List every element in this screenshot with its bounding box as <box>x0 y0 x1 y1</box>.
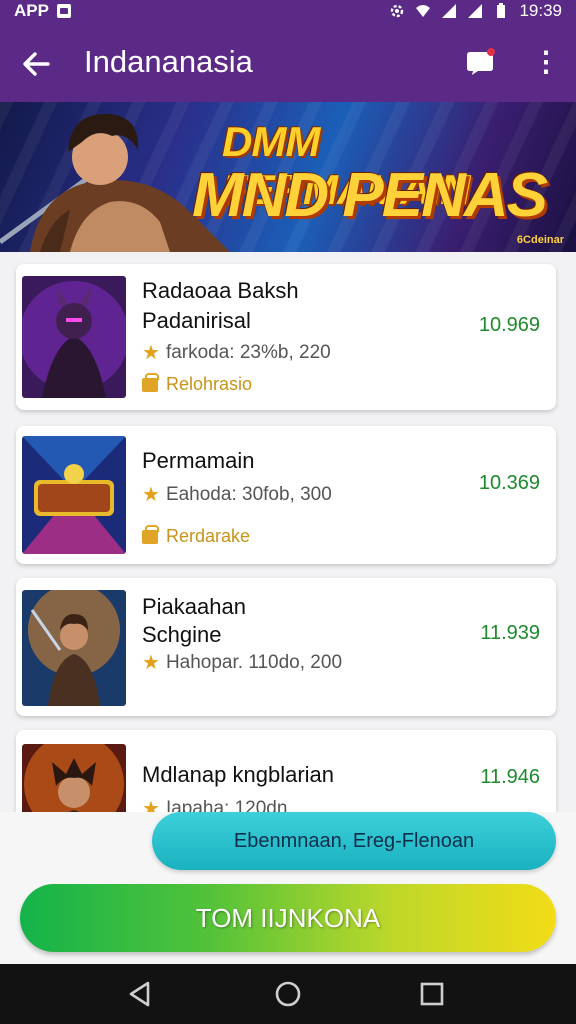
game-subtitle: Schgine <box>142 622 222 647</box>
game-price: 11.939 <box>480 622 540 644</box>
arrow-left-icon[interactable] <box>18 46 54 82</box>
game-rating: ★ Eahoda: 30fob, 300 <box>142 482 332 507</box>
signal-icon <box>468 4 483 18</box>
status-left: APP <box>14 1 71 21</box>
game-tag: Relohrasio <box>142 372 253 395</box>
game-card[interactable]: Radaoaa Baksh Padanirisal ★ farkoda: 23%… <box>16 264 556 410</box>
game-meta: Hahopar. 110do, 200 <box>165 651 343 673</box>
game-card[interactable]: Piakaahan Schgine ★ Hahopar. 110do, 200 … <box>16 578 556 716</box>
game-title: Piakaahan <box>142 594 246 619</box>
signal-icon <box>442 4 457 18</box>
game-meta: Iapaha: 120dn <box>165 797 288 813</box>
status-right: 19:39 <box>389 1 562 21</box>
game-tag-label: Rerdarake <box>166 526 251 546</box>
wifi-icon <box>416 5 431 17</box>
page-title: Indananasia <box>84 44 253 79</box>
game-card[interactable]: Permamain ★ Eahoda: 30fob, 300 Rerdarake… <box>16 426 556 564</box>
game-tag-label: Relohrasio <box>166 374 253 394</box>
game-meta: Eahoda: 30fob, 300 <box>165 483 332 505</box>
game-meta: farkoda: 23%b, 220 <box>165 341 331 363</box>
shop-bag-icon <box>142 524 159 544</box>
game-price: 10.969 <box>478 314 540 336</box>
star-icon: ★ <box>142 798 160 812</box>
game-rating: ★ Hahopar. 110do, 200 <box>142 650 342 675</box>
game-price: 11.946 <box>480 766 540 788</box>
more-vert-icon[interactable]: ⋮ <box>532 48 560 80</box>
app-bar: Indananasia ⋮ <box>0 24 576 102</box>
shop-bag-icon <box>142 372 159 392</box>
game-rating: ★ Iapaha: 120dn <box>142 796 288 813</box>
game-thumbnail <box>22 744 126 812</box>
back-triangle-icon[interactable] <box>124 978 156 1010</box>
primary-action-button[interactable]: TOM IIJNKONA <box>20 884 556 952</box>
secondary-action-button[interactable]: Ebenmnaan, Ereg-Flenoan <box>152 812 556 870</box>
system-nav-bar <box>0 964 576 1024</box>
home-circle-icon[interactable] <box>272 978 304 1010</box>
star-icon: ★ <box>142 484 160 506</box>
status-bar: APP 19:39 <box>0 0 576 24</box>
game-card[interactable]: Mdlanap kngblarian ★ Iapaha: 120dn 11.94… <box>16 730 556 812</box>
game-title: Permamain <box>142 448 255 473</box>
star-icon: ★ <box>142 652 160 674</box>
banner-corner-tag: 6Cdeinar <box>516 234 564 246</box>
game-list: Radaoaa Baksh Padanirisal ★ farkoda: 23%… <box>0 252 576 812</box>
promo-banner[interactable]: DMM FERMAMAIN MND PENAS 6Cdeinar <box>0 102 576 252</box>
chat-bubble-icon[interactable] <box>466 48 496 76</box>
game-title: Mdlanap kngblarian <box>142 762 335 787</box>
status-app-label: APP <box>14 1 49 20</box>
game-thumbnail <box>22 276 126 398</box>
game-thumbnail <box>22 436 126 554</box>
gear-icon <box>391 4 404 18</box>
photo-icon <box>56 4 71 18</box>
status-time: 19:39 <box>519 1 562 20</box>
game-thumbnail <box>22 590 126 706</box>
game-price: 10.369 <box>478 472 540 494</box>
star-icon: ★ <box>142 342 160 364</box>
banner-headline-2: MND PENAS <box>192 161 548 230</box>
game-rating: ★ farkoda: 23%b, 220 <box>142 340 331 365</box>
game-title: Radaoaa Baksh <box>142 278 299 303</box>
battery-icon <box>497 3 506 18</box>
game-subtitle: Padanirisal <box>142 308 251 333</box>
recents-square-icon[interactable] <box>416 978 448 1010</box>
game-tag: Rerdarake <box>142 524 251 547</box>
